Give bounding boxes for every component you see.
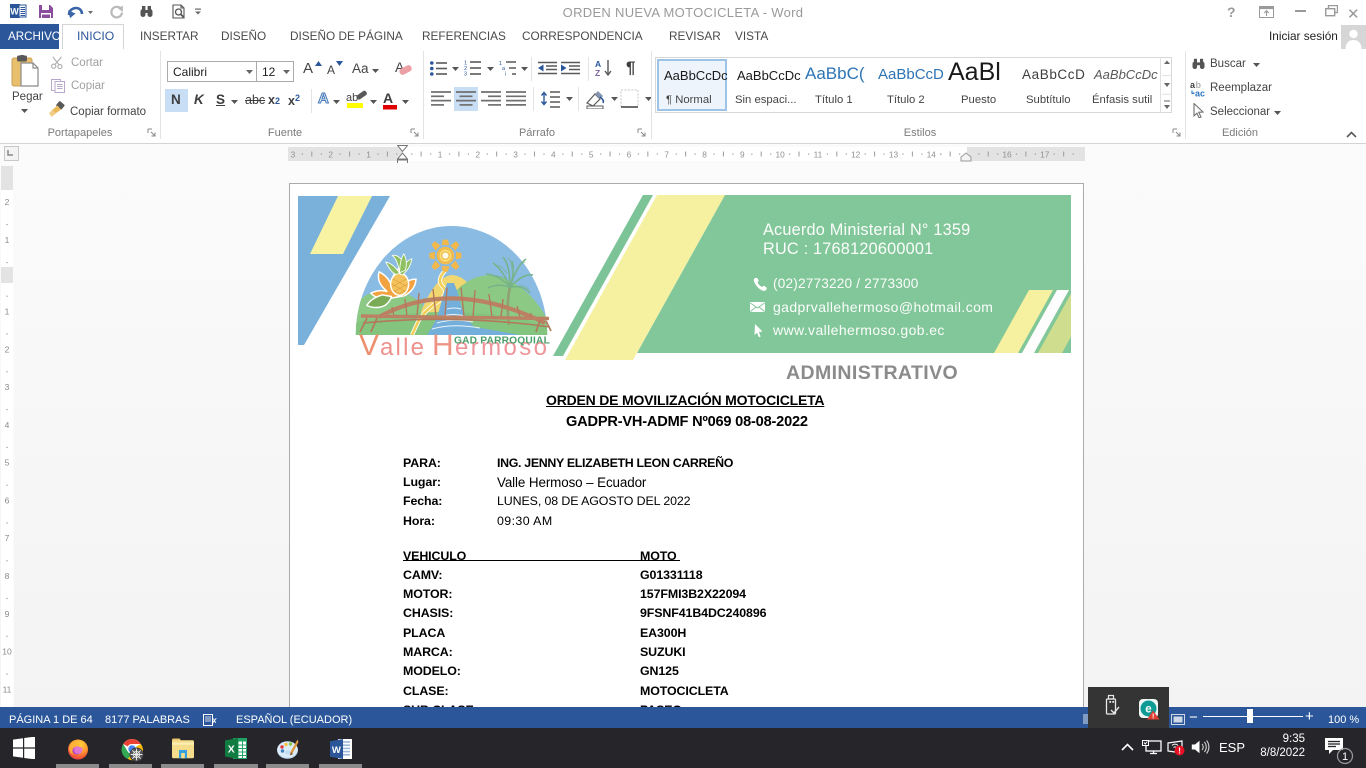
svg-text:5: 5 [589,150,594,160]
svg-text:V: V [359,329,379,360]
svg-text:W: W [332,745,341,756]
svg-text:6: 6 [5,495,10,505]
svg-text:3: 3 [291,150,296,160]
svg-text:5: 5 [5,458,10,468]
svg-text:www.vallehermoso.gob.ec: www.vallehermoso.gob.ec [772,322,945,338]
svg-text:13: 13 [889,150,899,160]
svg-text:7: 7 [5,533,10,543]
svg-text:!: ! [1178,746,1181,756]
svg-text:1: 1 [1342,751,1348,763]
svg-text:ab: ab [346,92,358,104]
svg-text:17: 17 [1040,150,1050,160]
svg-text:alle: alle [380,334,426,360]
svg-text:2: 2 [5,344,10,354]
svg-text:3: 3 [5,382,10,392]
svg-text:11: 11 [3,684,12,694]
svg-text:Z: Z [595,68,600,78]
svg-text:gadprvallehermoso@hotmail.com: gadprvallehermoso@hotmail.com [773,299,993,315]
svg-text:4: 4 [551,150,556,160]
svg-text:(02)2773220 / 2773300: (02)2773220 / 2773300 [773,276,919,291]
svg-text:GAD PARROQUIAL: GAD PARROQUIAL [454,336,550,347]
svg-text:e: e [1145,704,1151,716]
svg-text:H: H [432,329,454,360]
svg-text:RUC : 1768120600001: RUC : 1768120600001 [763,240,933,258]
svg-text:9: 9 [5,609,10,619]
svg-text:Acuerdo Ministerial N° 1359: Acuerdo Ministerial N° 1359 [763,221,970,239]
svg-text:12: 12 [851,150,861,160]
svg-text:8: 8 [702,150,707,160]
svg-text:7: 7 [664,150,669,160]
svg-text:!: ! [1152,714,1154,721]
svg-text:10: 10 [775,150,785,160]
svg-text:1: 1 [438,150,443,160]
svg-text:W: W [10,7,19,17]
svg-text:1: 1 [5,235,10,245]
svg-text:9: 9 [740,150,745,160]
svg-text:10: 10 [2,647,12,657]
svg-text:2: 2 [475,150,480,160]
svg-text:4: 4 [5,420,10,430]
svg-text:11: 11 [814,150,823,160]
svg-text:A: A [383,90,393,106]
svg-text:16: 16 [1002,150,1012,160]
svg-text:8: 8 [5,571,10,581]
svg-text:i: i [505,72,506,77]
svg-text:1: 1 [366,150,371,160]
svg-text:✗: ✗ [211,717,218,726]
svg-text:6: 6 [627,150,632,160]
svg-text:2: 2 [328,150,333,160]
svg-text:3: 3 [464,72,467,77]
svg-text:3: 3 [513,150,518,160]
svg-text:1: 1 [5,307,10,317]
svg-text:X: X [228,744,235,756]
svg-text:14: 14 [927,150,937,160]
svg-text:ac: ac [1195,89,1205,98]
svg-text:2: 2 [5,197,10,207]
